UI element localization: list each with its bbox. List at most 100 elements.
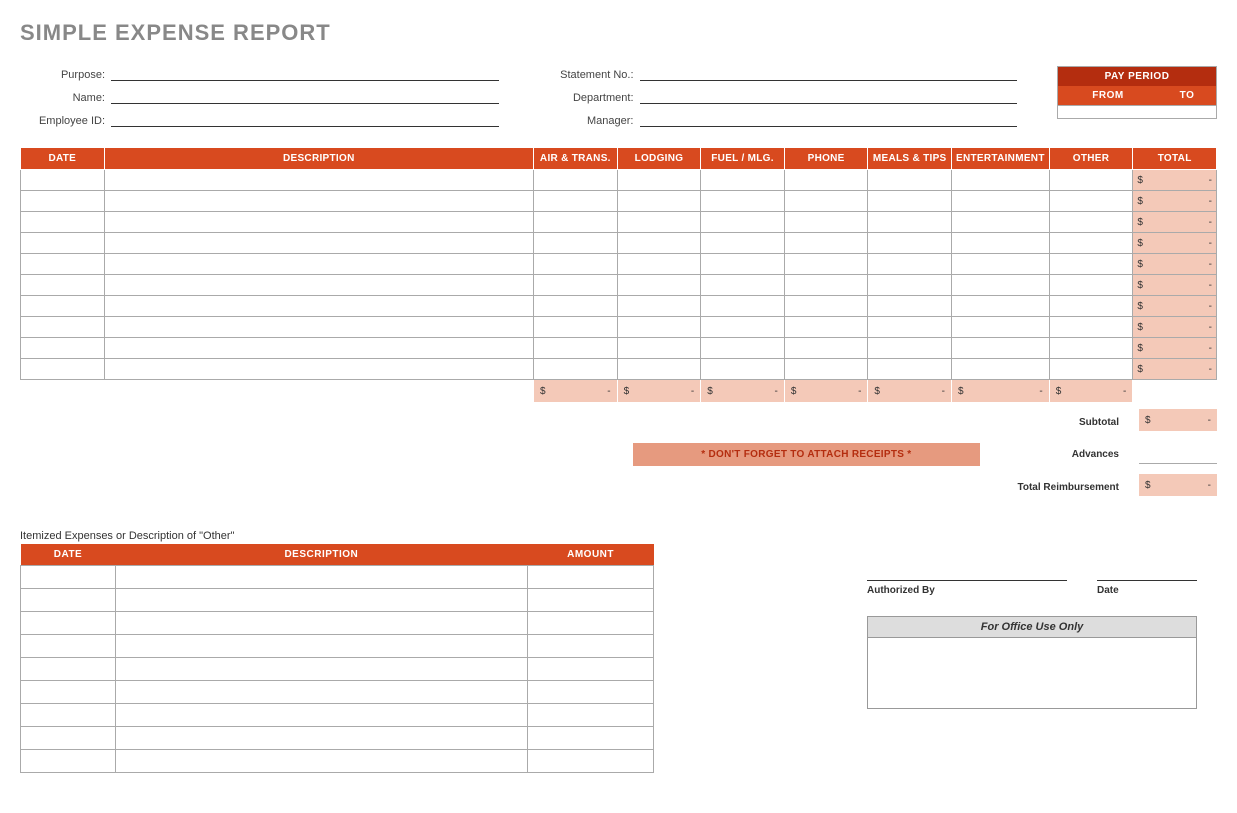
expense-cell[interactable]	[617, 212, 701, 233]
expense-cell[interactable]	[952, 191, 1050, 212]
expense-cell[interactable]	[21, 233, 105, 254]
itemized-cell[interactable]	[527, 566, 654, 589]
expense-cell[interactable]	[784, 317, 868, 338]
itemized-cell[interactable]	[116, 704, 528, 727]
input-statement-no[interactable]	[640, 66, 1018, 81]
expense-cell[interactable]	[21, 170, 105, 191]
office-use-body[interactable]	[868, 638, 1196, 708]
expense-cell[interactable]	[617, 338, 701, 359]
expense-cell[interactable]	[104, 338, 533, 359]
expense-cell[interactable]	[784, 233, 868, 254]
itemized-cell[interactable]	[116, 658, 528, 681]
expense-cell[interactable]	[617, 317, 701, 338]
itemized-cell[interactable]	[527, 635, 654, 658]
expense-cell[interactable]	[21, 254, 105, 275]
pay-period-to-cell[interactable]	[1158, 106, 1216, 119]
pay-period-from-cell[interactable]	[1058, 106, 1159, 119]
expense-cell[interactable]	[617, 359, 701, 380]
expense-cell[interactable]	[868, 212, 952, 233]
expense-cell[interactable]	[1049, 359, 1133, 380]
expense-cell[interactable]	[534, 191, 618, 212]
itemized-cell[interactable]	[527, 681, 654, 704]
expense-cell[interactable]	[104, 212, 533, 233]
expense-cell[interactable]	[21, 191, 105, 212]
expense-cell[interactable]	[784, 275, 868, 296]
expense-cell[interactable]	[701, 296, 785, 317]
expense-cell[interactable]	[701, 317, 785, 338]
input-name[interactable]	[111, 89, 499, 104]
expense-cell[interactable]	[1049, 338, 1133, 359]
expense-cell[interactable]	[784, 359, 868, 380]
expense-cell[interactable]	[617, 275, 701, 296]
expense-cell[interactable]	[784, 254, 868, 275]
expense-cell[interactable]	[534, 317, 618, 338]
expense-cell[interactable]	[617, 233, 701, 254]
itemized-cell[interactable]	[116, 612, 528, 635]
itemized-cell[interactable]	[21, 727, 116, 750]
expense-cell[interactable]	[701, 191, 785, 212]
itemized-cell[interactable]	[527, 658, 654, 681]
itemized-cell[interactable]	[21, 681, 116, 704]
expense-cell[interactable]	[952, 296, 1050, 317]
expense-cell[interactable]	[701, 170, 785, 191]
expense-cell[interactable]	[1049, 296, 1133, 317]
expense-cell[interactable]	[952, 275, 1050, 296]
expense-cell[interactable]	[21, 296, 105, 317]
itemized-cell[interactable]	[116, 566, 528, 589]
expense-cell[interactable]	[1049, 212, 1133, 233]
expense-cell[interactable]	[21, 359, 105, 380]
itemized-cell[interactable]	[21, 612, 116, 635]
expense-cell[interactable]	[868, 296, 952, 317]
itemized-cell[interactable]	[116, 635, 528, 658]
input-manager[interactable]	[640, 112, 1018, 127]
expense-cell[interactable]	[21, 338, 105, 359]
expense-cell[interactable]	[952, 338, 1050, 359]
expense-cell[interactable]	[868, 338, 952, 359]
advances-value[interactable]	[1139, 441, 1217, 464]
itemized-cell[interactable]	[527, 727, 654, 750]
expense-cell[interactable]	[784, 338, 868, 359]
expense-cell[interactable]	[104, 275, 533, 296]
expense-cell[interactable]	[701, 233, 785, 254]
expense-cell[interactable]	[952, 212, 1050, 233]
expense-cell[interactable]	[617, 254, 701, 275]
expense-cell[interactable]	[617, 191, 701, 212]
expense-cell[interactable]	[701, 359, 785, 380]
expense-cell[interactable]	[868, 191, 952, 212]
expense-cell[interactable]	[868, 233, 952, 254]
expense-cell[interactable]	[21, 275, 105, 296]
input-department[interactable]	[640, 89, 1018, 104]
itemized-cell[interactable]	[527, 704, 654, 727]
expense-cell[interactable]	[1049, 170, 1133, 191]
itemized-cell[interactable]	[21, 566, 116, 589]
expense-cell[interactable]	[104, 359, 533, 380]
expense-cell[interactable]	[701, 212, 785, 233]
expense-cell[interactable]	[868, 275, 952, 296]
expense-cell[interactable]	[534, 338, 618, 359]
expense-cell[interactable]	[534, 254, 618, 275]
expense-cell[interactable]	[868, 254, 952, 275]
expense-cell[interactable]	[784, 296, 868, 317]
itemized-cell[interactable]	[527, 589, 654, 612]
itemized-cell[interactable]	[116, 727, 528, 750]
expense-cell[interactable]	[868, 170, 952, 191]
expense-cell[interactable]	[617, 170, 701, 191]
itemized-cell[interactable]	[527, 612, 654, 635]
expense-cell[interactable]	[1049, 275, 1133, 296]
expense-cell[interactable]	[952, 359, 1050, 380]
expense-cell[interactable]	[104, 296, 533, 317]
input-employee-id[interactable]	[111, 112, 499, 127]
itemized-cell[interactable]	[21, 635, 116, 658]
expense-cell[interactable]	[952, 170, 1050, 191]
expense-cell[interactable]	[534, 296, 618, 317]
itemized-cell[interactable]	[21, 750, 116, 773]
expense-cell[interactable]	[1049, 233, 1133, 254]
expense-cell[interactable]	[1049, 254, 1133, 275]
expense-cell[interactable]	[617, 296, 701, 317]
expense-cell[interactable]	[21, 212, 105, 233]
expense-cell[interactable]	[1049, 317, 1133, 338]
expense-cell[interactable]	[21, 317, 105, 338]
expense-cell[interactable]	[1049, 191, 1133, 212]
expense-cell[interactable]	[534, 170, 618, 191]
expense-cell[interactable]	[701, 275, 785, 296]
